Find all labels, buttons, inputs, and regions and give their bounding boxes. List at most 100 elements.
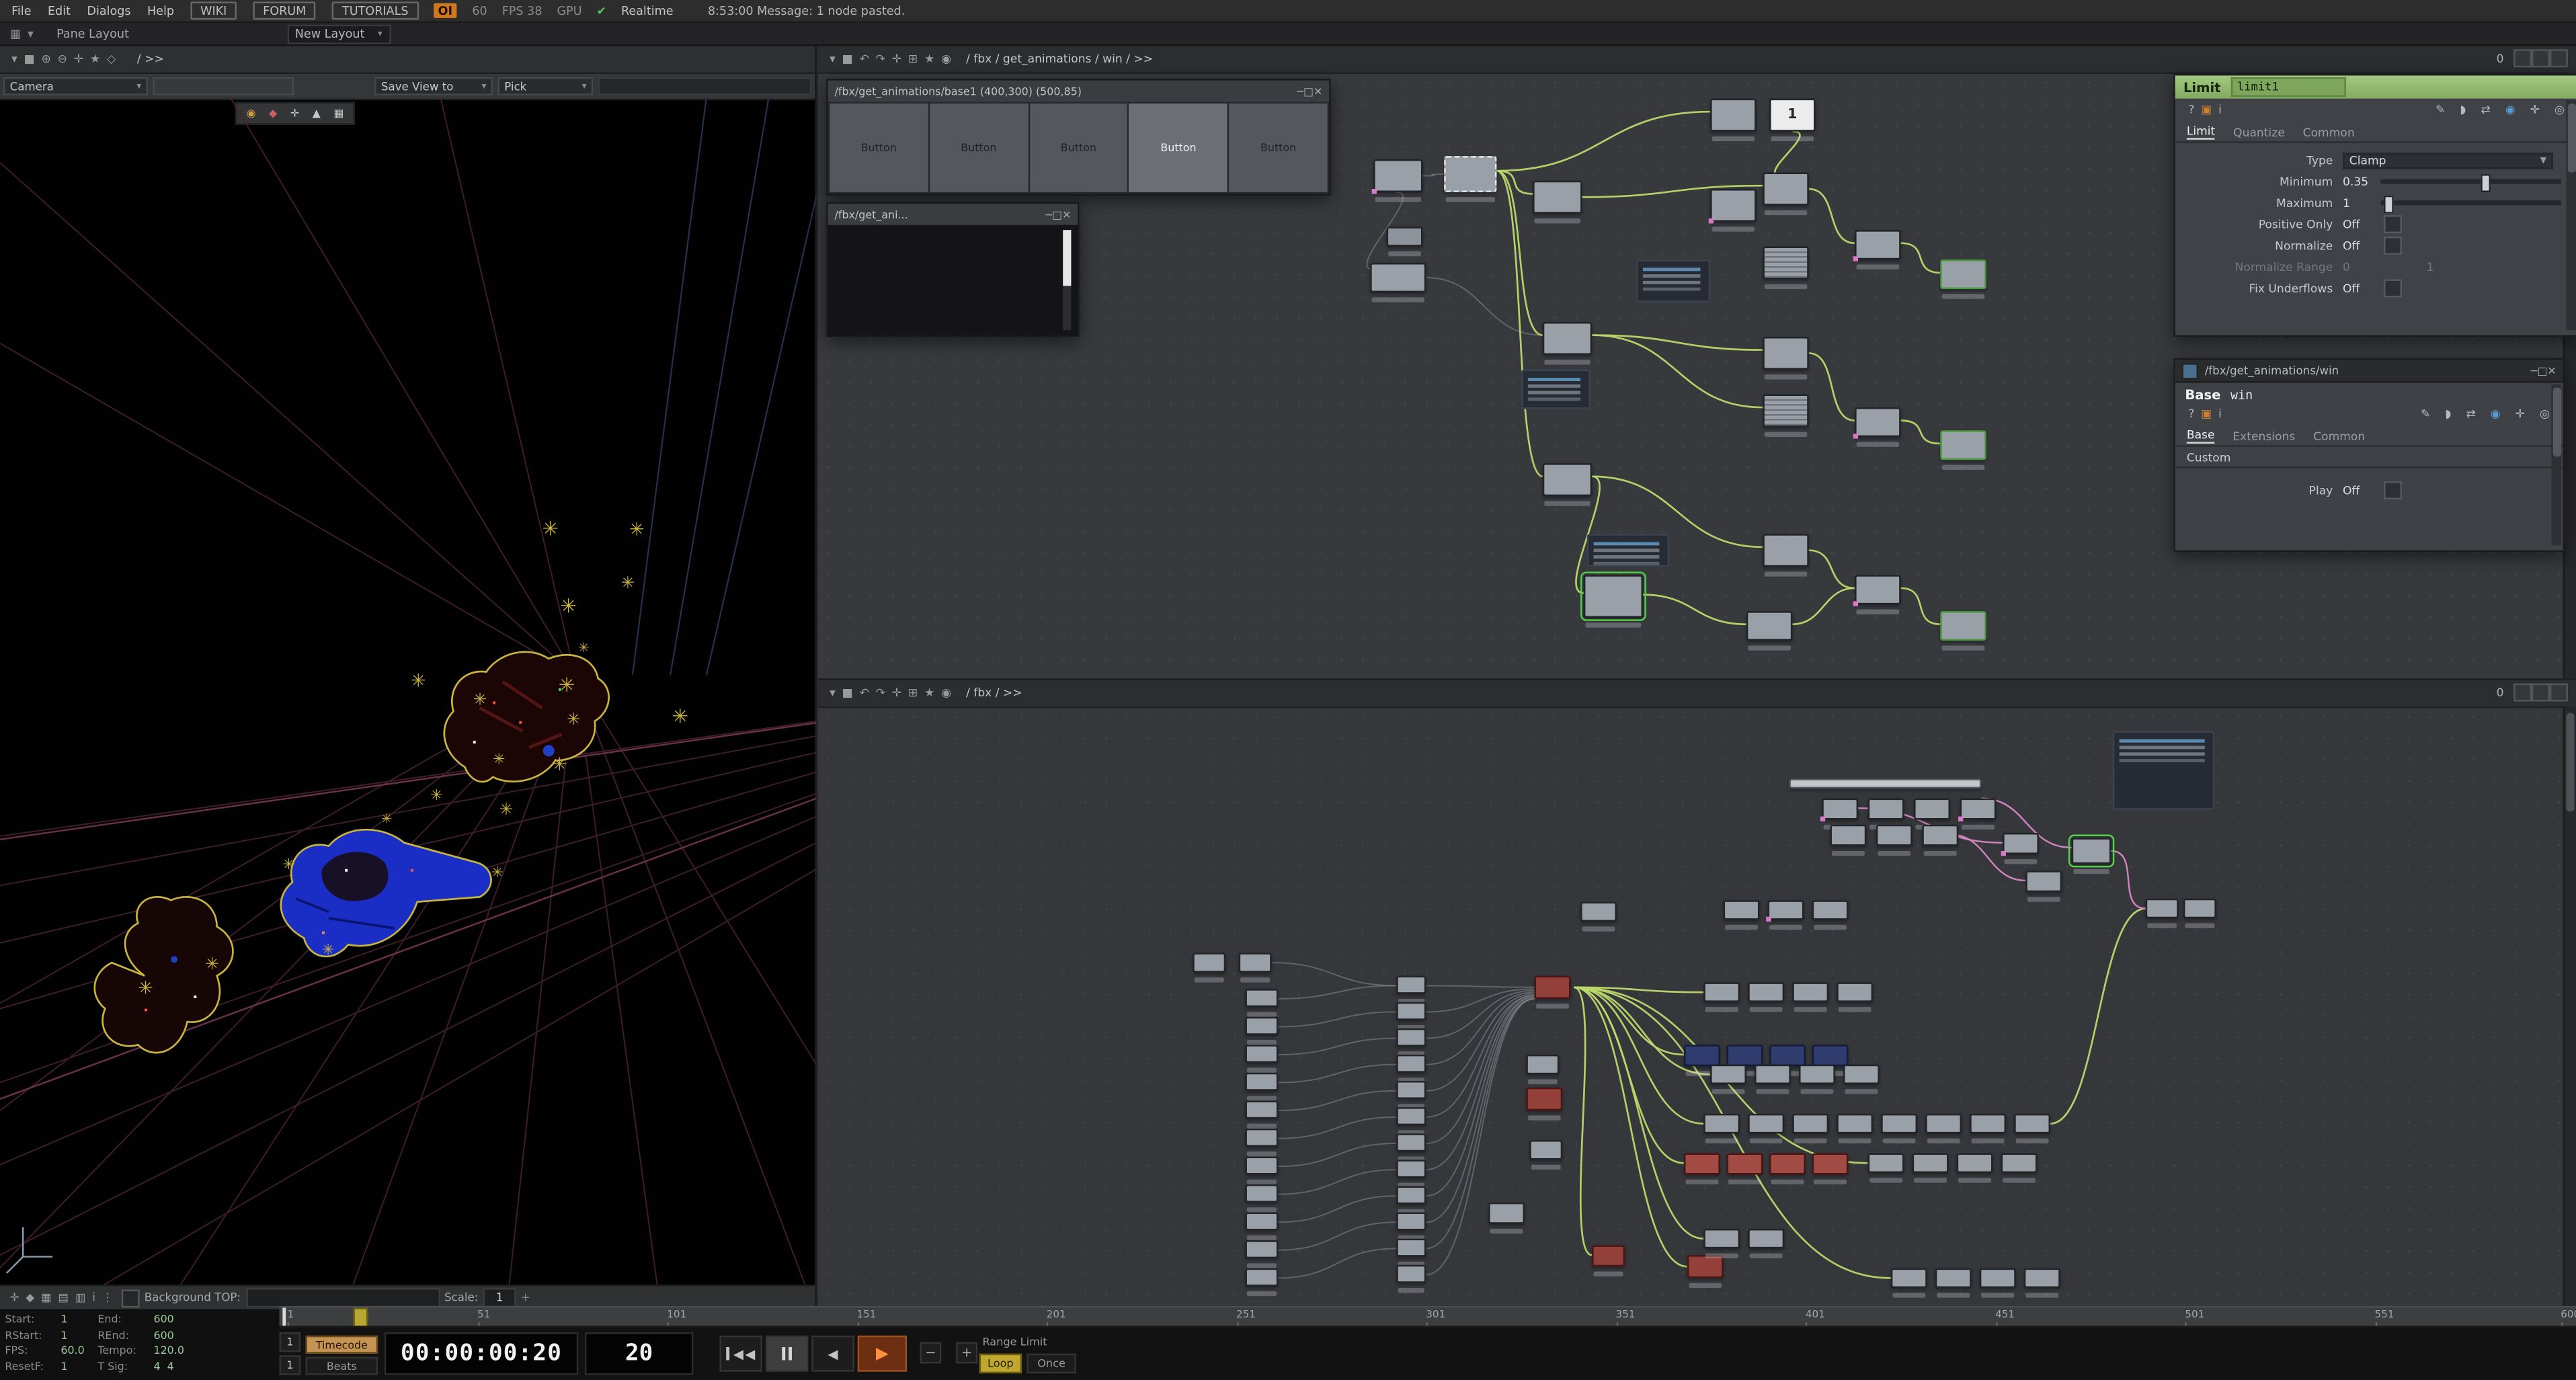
redo-icon[interactable]: ↷ bbox=[876, 52, 885, 66]
field-value[interactable]: 4 4 bbox=[153, 1359, 173, 1373]
graph-node[interactable] bbox=[1245, 1213, 1278, 1231]
graph-node[interactable] bbox=[1526, 1055, 1559, 1074]
toggle-box[interactable] bbox=[2384, 237, 2402, 255]
graph-node[interactable] bbox=[1687, 1255, 1724, 1278]
param-value[interactable]: Off bbox=[2343, 239, 2372, 253]
close-button[interactable]: ✕ bbox=[1062, 208, 1071, 221]
zoom-in-icon[interactable]: ⊕ bbox=[41, 52, 50, 66]
graph-node[interactable] bbox=[1703, 982, 1740, 1002]
once-button[interactable]: Once bbox=[1027, 1354, 1076, 1373]
node-color-icon[interactable]: ▣ bbox=[2201, 103, 2212, 116]
save-view-select[interactable]: Save View to ▾ bbox=[374, 77, 493, 95]
language-icon[interactable]: ◉ bbox=[2491, 407, 2501, 420]
graph-node[interactable] bbox=[1763, 534, 1808, 567]
camera-target-field[interactable] bbox=[153, 77, 294, 95]
graph-node[interactable] bbox=[1193, 952, 1225, 972]
close-button[interactable]: ✕ bbox=[2547, 364, 2556, 377]
graph-node[interactable] bbox=[1940, 430, 1986, 460]
menu-link-tutorials[interactable]: TUTORIALS bbox=[332, 1, 418, 19]
zoom-out-icon[interactable]: ⊖ bbox=[58, 52, 67, 66]
param-value[interactable]: 0.35 bbox=[2343, 175, 2372, 188]
graph-node[interactable] bbox=[2183, 899, 2216, 918]
maximize-button[interactable]: □ bbox=[1052, 208, 1062, 221]
ring-icon[interactable]: ◎ bbox=[2554, 103, 2565, 116]
param-value[interactable]: Off bbox=[2343, 484, 2372, 497]
graph-node[interactable] bbox=[1245, 1268, 1278, 1287]
graph-node[interactable] bbox=[1980, 1268, 2016, 1288]
network-bottom-path[interactable]: / fbx / >> bbox=[966, 687, 1022, 700]
menu-item-edit[interactable]: Edit bbox=[48, 3, 71, 18]
undo-icon[interactable]: ↶ bbox=[860, 52, 869, 66]
play-reverse-button[interactable]: ◀ bbox=[811, 1336, 854, 1372]
add-node-icon[interactable]: ✛ bbox=[892, 52, 901, 66]
scrollbar-thumb[interactable] bbox=[2552, 388, 2561, 457]
pane-layout-icon[interactable] bbox=[2550, 48, 2568, 67]
graph-node[interactable] bbox=[1710, 189, 1756, 222]
graph-node[interactable] bbox=[1940, 259, 1986, 289]
beats-tab[interactable]: Beats bbox=[306, 1357, 378, 1375]
graph-node[interactable] bbox=[1727, 1153, 1763, 1175]
win-tab-common[interactable]: Common bbox=[2313, 430, 2365, 444]
viewport-path[interactable]: / >> bbox=[137, 52, 164, 66]
add-icon[interactable]: ✛ bbox=[2530, 103, 2540, 116]
graph-node[interactable] bbox=[1763, 247, 1808, 280]
graph-node[interactable] bbox=[1396, 976, 1426, 994]
comment-icon[interactable]: ◗ bbox=[2445, 407, 2451, 420]
graph-node[interactable] bbox=[1724, 900, 1760, 920]
graph-node[interactable] bbox=[1822, 799, 1858, 820]
scrollbar-thumb[interactable] bbox=[2566, 713, 2574, 812]
scrollbar-thumb[interactable] bbox=[1063, 230, 1071, 286]
graph-node[interactable] bbox=[1245, 1184, 1278, 1203]
graph-node[interactable] bbox=[1812, 900, 1849, 920]
rows-icon[interactable]: ▥ bbox=[75, 1291, 86, 1305]
scale-plus-button[interactable]: + bbox=[521, 1291, 530, 1305]
graph-node[interactable] bbox=[1535, 976, 1571, 999]
menu-item-file[interactable]: File bbox=[11, 3, 31, 18]
graph-node[interactable] bbox=[1396, 1028, 1426, 1047]
swap-icon[interactable]: ⇄ bbox=[2481, 103, 2490, 116]
pivot-icon[interactable]: ◇ bbox=[107, 52, 116, 66]
menu-item-dialogs[interactable]: Dialogs bbox=[87, 3, 130, 18]
slider-handle[interactable] bbox=[2384, 196, 2394, 214]
limit-scrollbar[interactable] bbox=[2566, 100, 2576, 330]
graph-node[interactable] bbox=[1837, 982, 1873, 1002]
graph-node[interactable] bbox=[1837, 1114, 1873, 1133]
step-back-button[interactable]: − bbox=[920, 1342, 942, 1364]
win-scrollbar[interactable] bbox=[2551, 384, 2561, 546]
win-tab-extensions[interactable]: Extensions bbox=[2232, 430, 2295, 444]
graph-node[interactable] bbox=[1748, 1114, 1784, 1133]
graph-node[interactable] bbox=[1843, 1065, 1880, 1084]
pick-select[interactable]: Pick ▾ bbox=[498, 77, 594, 95]
realtime-check-icon[interactable]: ✔ bbox=[597, 4, 606, 17]
pane-split-icon[interactable]: ■ bbox=[24, 52, 34, 66]
swap-icon[interactable]: ⇄ bbox=[2466, 407, 2475, 420]
graph-node[interactable] bbox=[1855, 407, 1900, 437]
layout-icon[interactable]: ▦ bbox=[10, 26, 22, 41]
add-node-icon[interactable]: ✛ bbox=[892, 687, 901, 700]
graph-node[interactable] bbox=[1488, 1203, 1525, 1224]
background-top-input[interactable] bbox=[245, 1288, 439, 1307]
graph-node[interactable] bbox=[2113, 731, 2215, 810]
param-slider[interactable] bbox=[2380, 179, 2561, 184]
language-icon[interactable]: ◉ bbox=[2505, 103, 2515, 116]
info-icon[interactable]: i bbox=[2218, 407, 2222, 420]
graph-node[interactable] bbox=[1245, 1073, 1278, 1091]
graph-node[interactable] bbox=[1935, 1268, 1972, 1288]
help-icon[interactable]: ? bbox=[2188, 407, 2194, 420]
pane-grid-icon[interactable] bbox=[2532, 682, 2550, 700]
param-value[interactable]: 1 bbox=[2343, 196, 2372, 210]
graph-node[interactable] bbox=[1543, 463, 1592, 496]
graph-node[interactable] bbox=[1768, 900, 1804, 920]
field-value[interactable]: 60.0 bbox=[61, 1344, 84, 1357]
grid-snap-icon[interactable]: ⊞ bbox=[908, 687, 918, 700]
timeline-ruler[interactable]: 151101151201251301351401451501551600 bbox=[279, 1306, 2576, 1328]
list-icon[interactable]: ▤ bbox=[58, 1291, 69, 1305]
graph-node[interactable] bbox=[1748, 982, 1784, 1002]
graph-node[interactable] bbox=[1727, 1045, 1763, 1066]
locate-icon[interactable]: ◉ bbox=[941, 52, 951, 66]
graph-node[interactable] bbox=[1684, 1045, 1720, 1066]
pane-split-icon[interactable]: ■ bbox=[842, 52, 853, 66]
graph-node[interactable] bbox=[1245, 1129, 1278, 1147]
layout-arrow-icon[interactable]: ▾ bbox=[28, 26, 34, 41]
graph-node[interactable] bbox=[1792, 982, 1828, 1002]
